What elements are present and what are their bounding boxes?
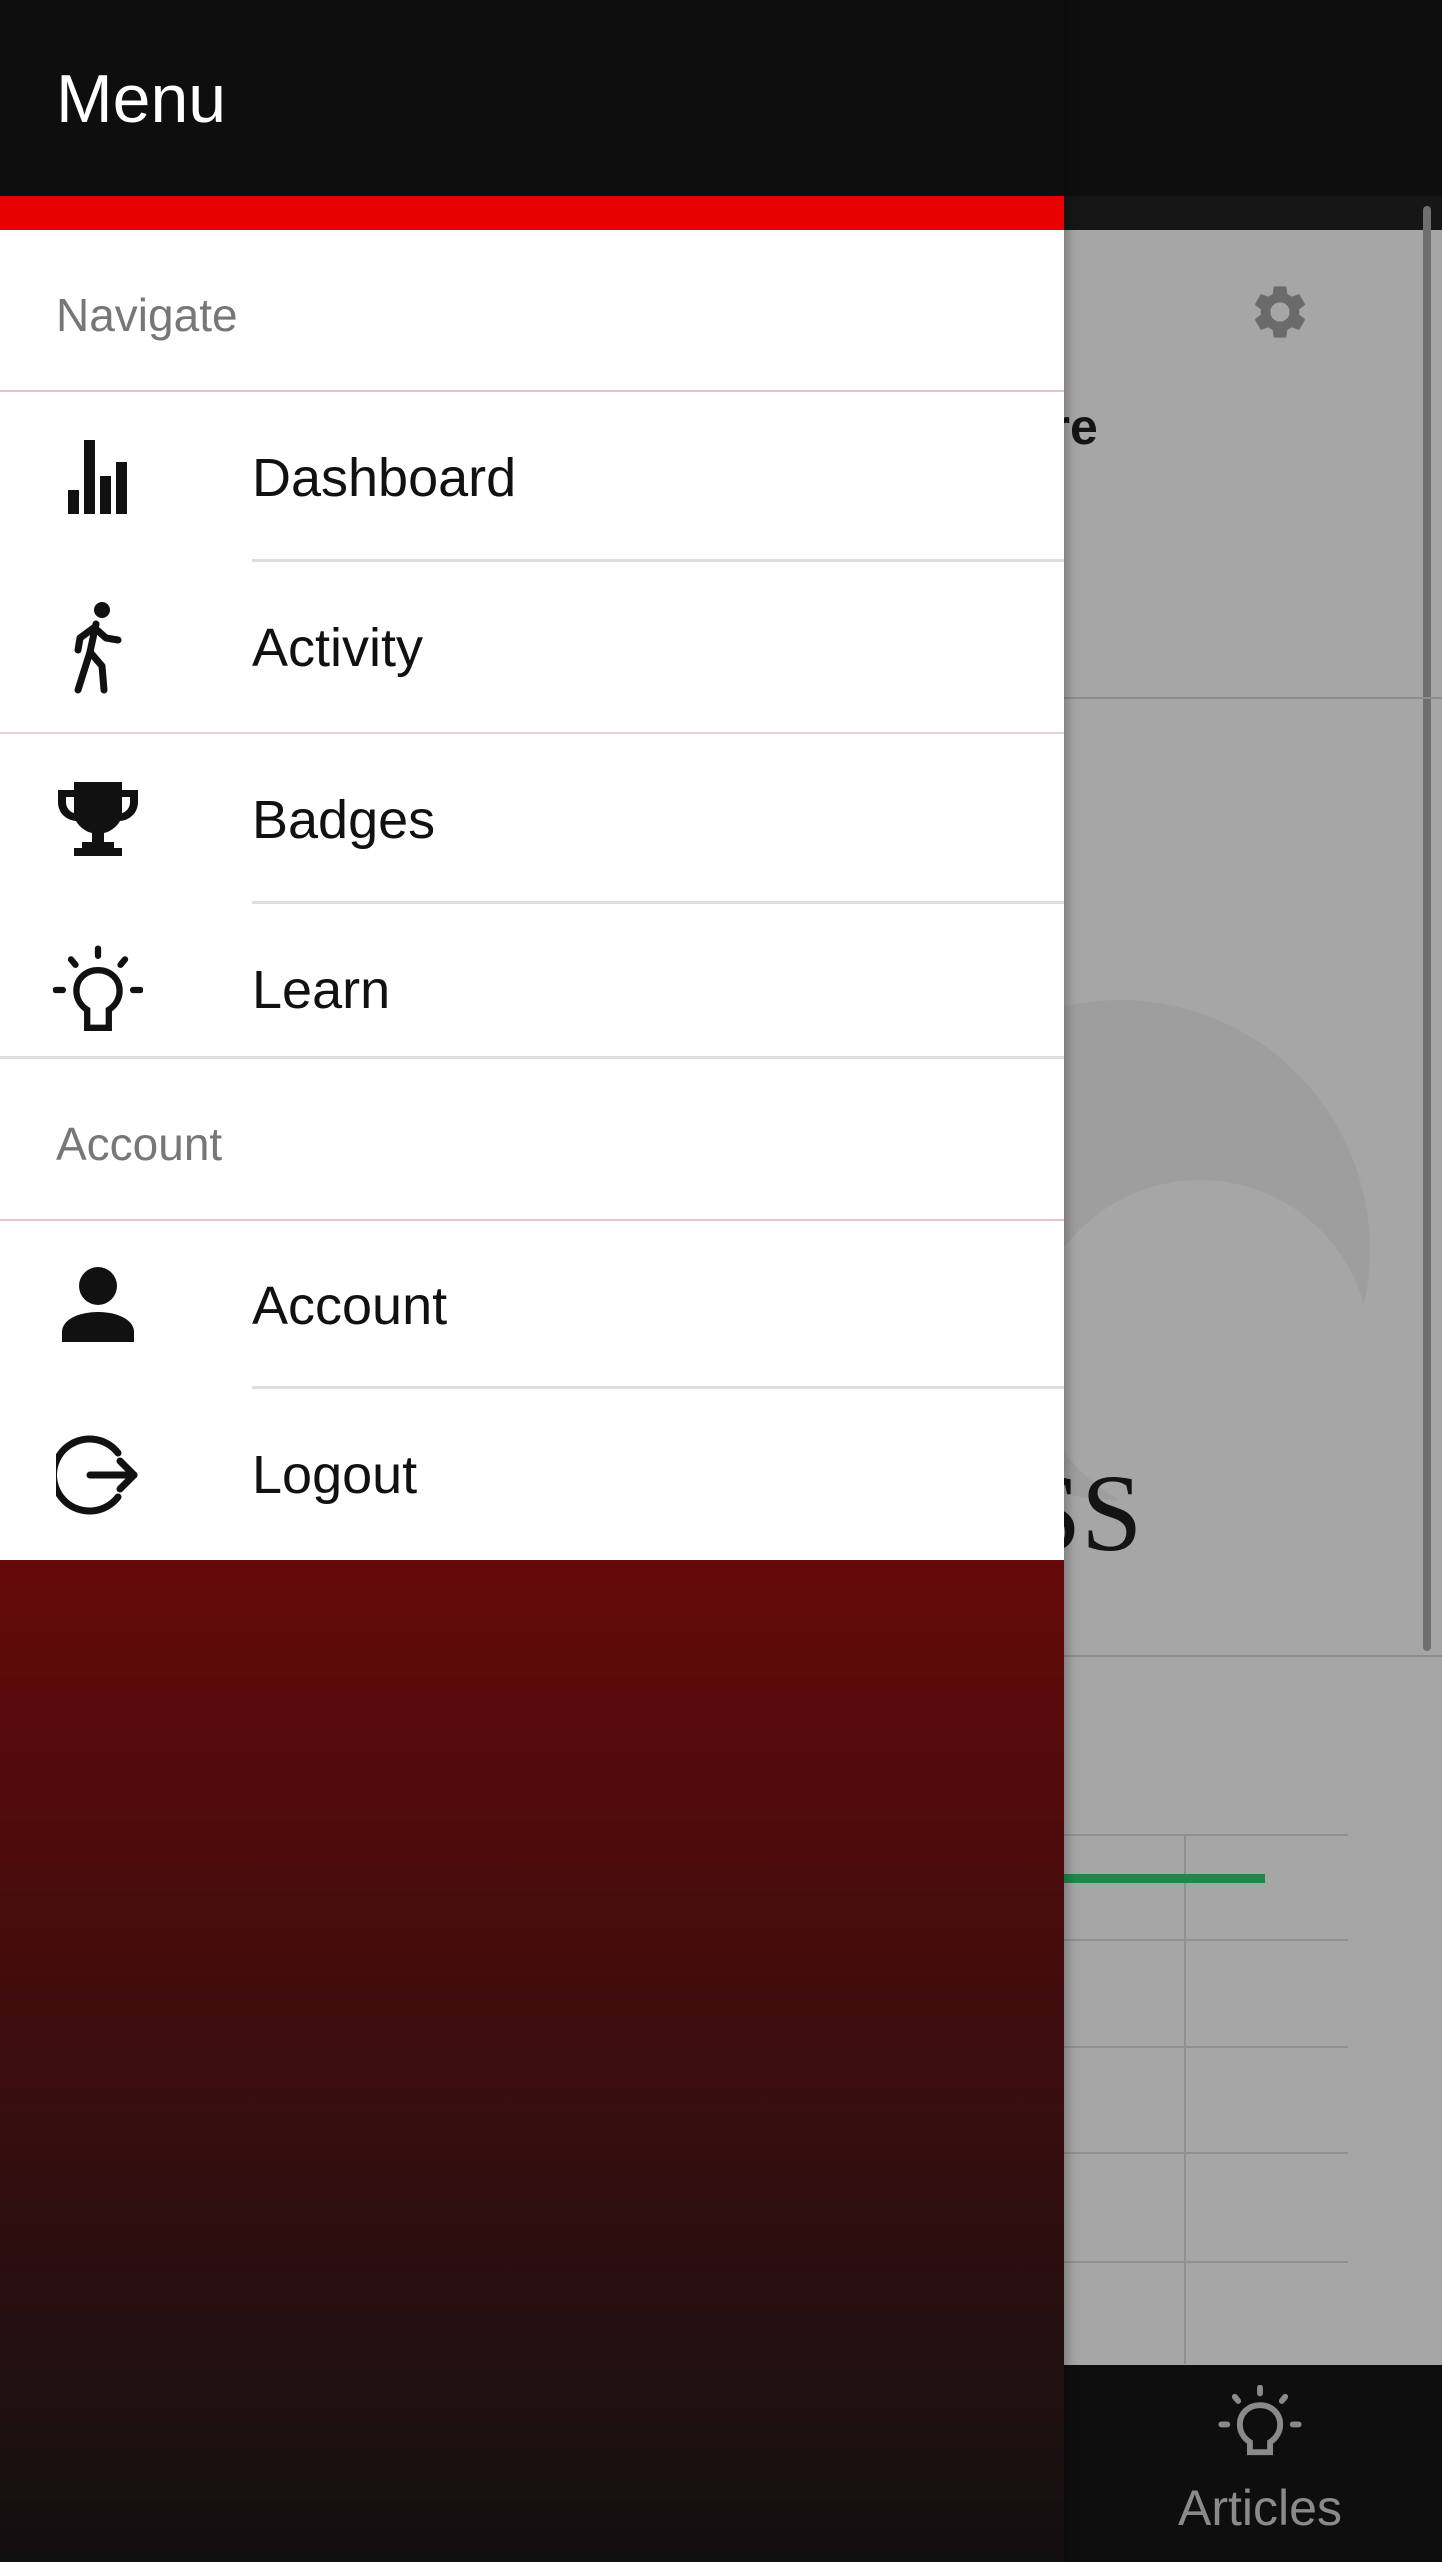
- nav-articles-label: Articles: [1178, 2480, 1342, 2536]
- section-header-label: Navigate: [56, 289, 238, 341]
- chart-gridline: [1060, 1834, 1348, 1836]
- walking-person-icon: [48, 602, 148, 694]
- card-divider: [1060, 1655, 1442, 1657]
- person-icon: [48, 1260, 148, 1352]
- lightbulb-icon: [48, 944, 148, 1036]
- section-header-label: Account: [56, 1118, 223, 1170]
- chart-gridline: [1060, 2152, 1348, 2154]
- chart-gridline-vertical: [1184, 1834, 1186, 2364]
- menu-item-account[interactable]: Account: [0, 1220, 1064, 1390]
- progress-line: [1060, 1874, 1265, 1883]
- menu-item-label: Learn: [252, 960, 391, 1020]
- accent-bar: [0, 196, 1064, 230]
- menu-item-label: Logout: [252, 1445, 418, 1505]
- bar-chart-icon: [48, 432, 148, 524]
- menu-item-label: Activity: [252, 618, 424, 678]
- drawer-title: Menu: [56, 61, 227, 137]
- logout-icon: [48, 1429, 148, 1521]
- chart-gridline: [1060, 2261, 1348, 2263]
- menu-item-learn[interactable]: Learn: [0, 904, 1064, 1074]
- scrollbar[interactable]: [1423, 206, 1431, 1651]
- card-divider: [1060, 697, 1442, 699]
- navigation-drawer: Menu Navigate Dashboard Activity Badges …: [0, 0, 1064, 2562]
- section-header-account: Account: [0, 1056, 1064, 1221]
- nav-articles[interactable]: Articles: [1150, 2385, 1370, 2555]
- section-header-navigate: Navigate: [0, 230, 1064, 392]
- drawer-header: Menu: [0, 0, 1064, 196]
- menu-item-label: Account: [252, 1276, 448, 1336]
- drawer-menu-list: Navigate Dashboard Activity Badges Learn…: [0, 230, 1064, 1560]
- lightbulb-icon: [1150, 2385, 1370, 2469]
- menu-item-label: Dashboard: [252, 448, 517, 508]
- gear-icon[interactable]: [1248, 280, 1312, 344]
- trophy-icon: [48, 774, 148, 866]
- chart-gridline: [1060, 2046, 1348, 2048]
- menu-item-label: Badges: [252, 790, 436, 850]
- menu-item-dashboard[interactable]: Dashboard: [0, 392, 1064, 562]
- menu-item-logout[interactable]: Logout: [0, 1389, 1064, 1559]
- chart-gridline: [1060, 1939, 1348, 1941]
- menu-item-activity[interactable]: Activity: [0, 562, 1064, 732]
- menu-item-badges[interactable]: Badges: [0, 734, 1064, 904]
